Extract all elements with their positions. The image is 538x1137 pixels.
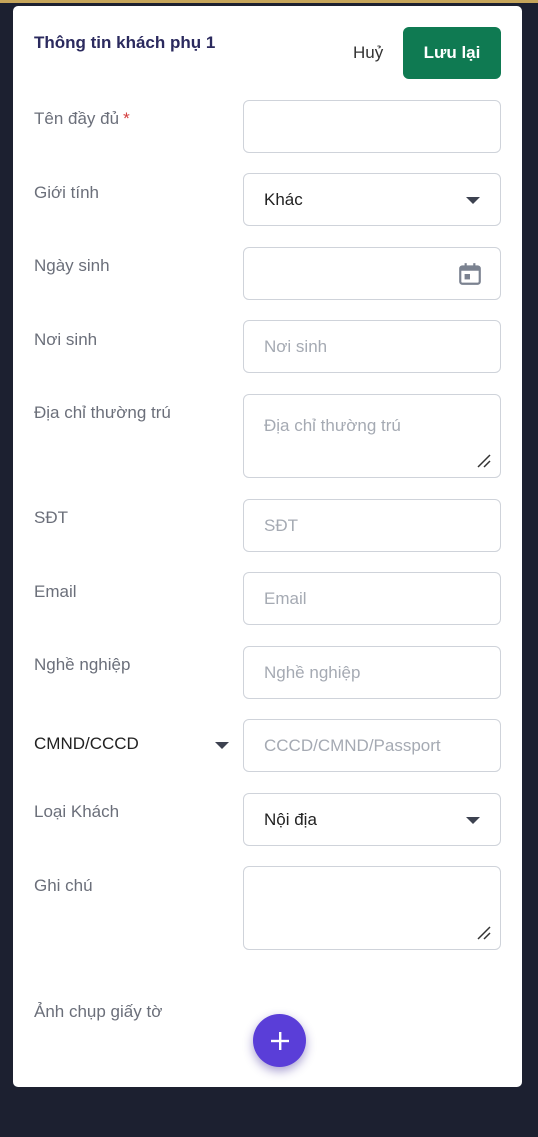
birth-place-input[interactable]: Nơi sinh [243,320,501,373]
calendar-icon[interactable] [457,261,483,287]
guest-type-value: Nội địa [264,809,317,829]
email-placeholder: Email [264,588,307,608]
email-input[interactable]: Email [243,572,501,625]
occupation-label: Nghề nghiệp [34,655,131,674]
gender-value: Khác [264,189,303,209]
guest-type-label: Loại Khách [34,802,120,821]
permanent-address-textarea[interactable]: Địa chỉ thường trú [243,394,501,478]
chevron-down-icon [466,196,480,204]
resize-handle-icon[interactable] [476,453,492,469]
full-name-label: Tên đầy đủ * [34,109,130,129]
occupation-input[interactable]: Nghề nghiệp [243,646,501,699]
add-photo-button[interactable] [253,1014,306,1067]
permanent-address-placeholder: Địa chỉ thường trú [264,416,401,435]
guest-info-form-card: Thông tin khách phụ 1 Huỷ Lưu lại Tên đầ… [13,6,522,1087]
permanent-address-label: Địa chỉ thường trú [34,403,171,422]
top-accent-strip [0,0,538,3]
email-label: Email [34,582,77,601]
guest-type-select[interactable]: Nội địa [243,793,501,846]
id-type-value: CMND/CCCD [34,734,139,753]
required-marker: * [123,109,130,128]
phone-input[interactable]: SĐT [243,499,501,552]
birth-date-label: Ngày sinh [34,256,110,275]
birth-place-label: Nơi sinh [34,330,98,349]
birth-place-placeholder: Nơi sinh [264,336,328,356]
document-photo-label: Ảnh chụp giấy tờ [34,1002,163,1021]
id-number-placeholder: CCCD/CMND/Passport [264,735,441,755]
full-name-label-text: Tên đầy đủ [34,109,120,128]
chevron-down-icon [466,816,480,824]
phone-placeholder: SĐT [264,515,298,535]
phone-label: SĐT [34,508,68,527]
birth-date-picker[interactable] [243,247,501,300]
occupation-placeholder: Nghề nghiệp [264,662,361,682]
notes-label: Ghi chú [34,876,93,895]
gender-label: Giới tính [34,183,100,202]
form-title: Thông tin khách phụ 1 [34,33,216,52]
plus-icon [270,1031,289,1050]
resize-handle-icon[interactable] [476,925,492,941]
chevron-down-icon [215,742,229,749]
cancel-button[interactable]: Huỷ [353,43,383,63]
gender-select[interactable]: Khác [243,173,501,226]
save-button[interactable]: Lưu lại [403,27,501,79]
id-number-input[interactable]: CCCD/CMND/Passport [243,719,501,772]
full-name-input[interactable] [243,100,501,153]
id-type-select[interactable]: CMND/CCCD [34,734,229,756]
notes-textarea[interactable] [243,866,501,950]
